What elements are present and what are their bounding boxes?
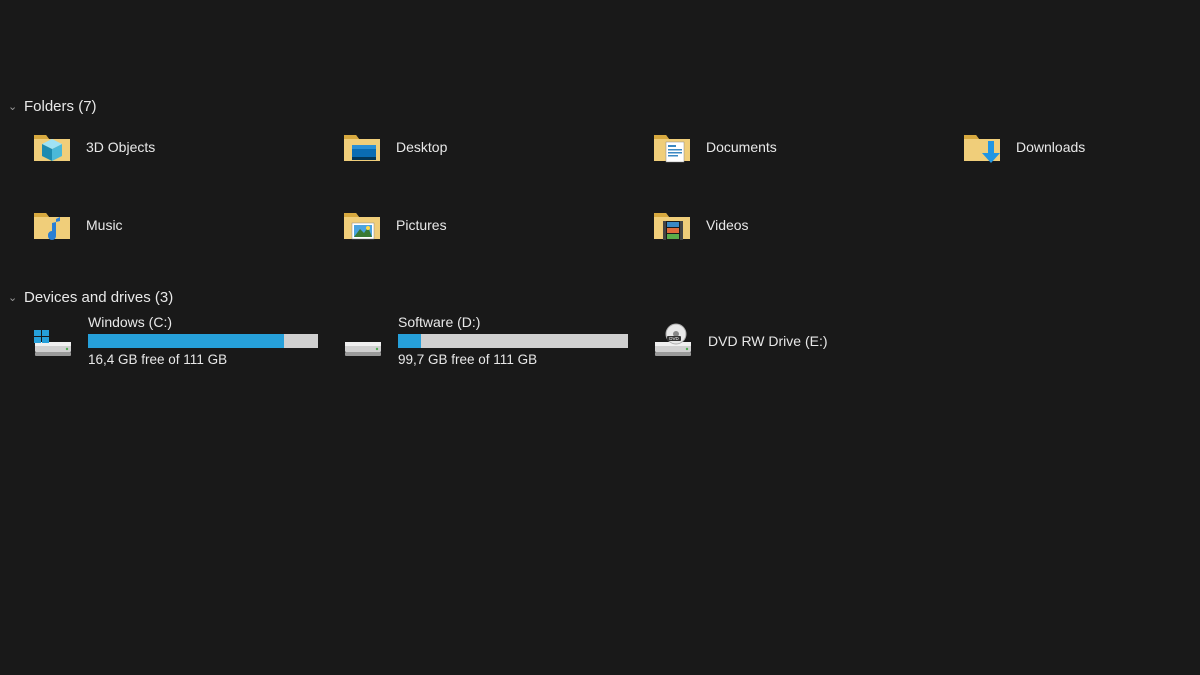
drives-section-header[interactable]: ⌄ Devices and drives (3) xyxy=(8,289,1200,306)
drive-os-icon xyxy=(32,322,74,360)
folder-documents-icon xyxy=(652,127,692,167)
folder-music-icon xyxy=(32,205,72,245)
chevron-down-icon: ⌄ xyxy=(8,100,18,113)
folder-label: 3D Objects xyxy=(86,139,155,155)
drive-dvd-e[interactable]: DVD RW Drive (E:) xyxy=(652,314,962,367)
folder-label: Pictures xyxy=(396,217,447,233)
storage-bar xyxy=(88,334,318,348)
storage-bar xyxy=(398,334,628,348)
folder-downloads-icon xyxy=(962,127,1002,167)
drive-free-text: 16,4 GB free of 111 GB xyxy=(88,352,318,367)
drives-section-title: Devices and drives (3) xyxy=(24,289,173,306)
folder-pictures-icon xyxy=(342,205,382,245)
drive-info: Software (D:) 99,7 GB free of 111 GB xyxy=(398,314,628,367)
folder-videos[interactable]: Videos xyxy=(652,201,962,249)
folders-grid: 3D Objects Desktop Documents Downloads M… xyxy=(8,123,1200,249)
drive-dvd-icon xyxy=(652,322,694,360)
folder-label: Documents xyxy=(706,139,777,155)
folder-label: Desktop xyxy=(396,139,447,155)
folders-section-header[interactable]: ⌄ Folders (7) xyxy=(8,98,1200,115)
folder-label: Music xyxy=(86,217,123,233)
drives-grid: Windows (C:) 16,4 GB free of 111 GB Soft… xyxy=(8,314,1200,367)
folder-label: Downloads xyxy=(1016,139,1085,155)
drive-name: Software (D:) xyxy=(398,314,628,330)
drive-info: DVD RW Drive (E:) xyxy=(708,333,828,349)
folder-desktop[interactable]: Desktop xyxy=(342,123,652,171)
drive-software-d[interactable]: Software (D:) 99,7 GB free of 111 GB xyxy=(342,314,652,367)
drive-name: Windows (C:) xyxy=(88,314,318,330)
folder-pictures[interactable]: Pictures xyxy=(342,201,652,249)
folder-3d-objects[interactable]: 3D Objects xyxy=(32,123,342,171)
folder-desktop-icon xyxy=(342,127,382,167)
chevron-down-icon: ⌄ xyxy=(8,291,18,304)
drive-name: DVD RW Drive (E:) xyxy=(708,333,828,349)
folder-downloads[interactable]: Downloads xyxy=(962,123,1200,171)
drive-free-text: 99,7 GB free of 111 GB xyxy=(398,352,628,367)
folder-music[interactable]: Music xyxy=(32,201,342,249)
storage-bar-fill xyxy=(398,334,421,348)
drive-hdd-icon xyxy=(342,322,384,360)
folder-videos-icon xyxy=(652,205,692,245)
folder-documents[interactable]: Documents xyxy=(652,123,962,171)
storage-bar-fill xyxy=(88,334,284,348)
folder-label: Videos xyxy=(706,217,749,233)
this-pc-view: ⌄ Folders (7) 3D Objects Desktop Documen… xyxy=(0,0,1200,367)
folders-section-title: Folders (7) xyxy=(24,98,97,115)
drive-info: Windows (C:) 16,4 GB free of 111 GB xyxy=(88,314,318,367)
folder-3d-icon xyxy=(32,127,72,167)
drive-windows-c[interactable]: Windows (C:) 16,4 GB free of 111 GB xyxy=(32,314,342,367)
